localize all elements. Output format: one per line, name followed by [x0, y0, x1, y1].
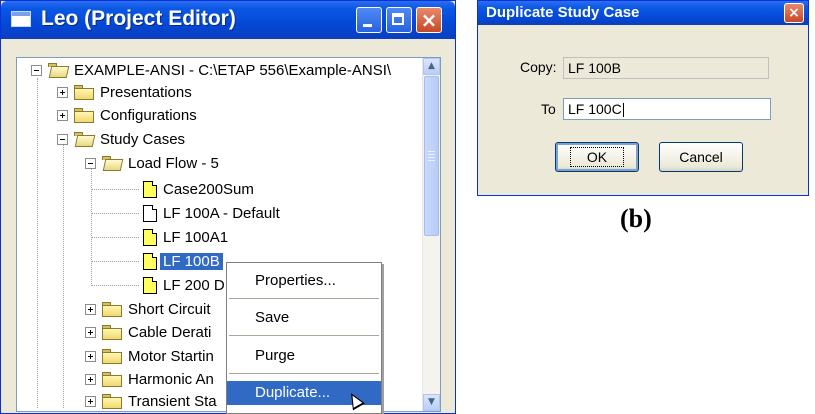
tree-item-lf100b[interactable]: LF 100B	[143, 250, 223, 272]
collapse-icon[interactable]	[57, 133, 68, 145]
dialog-title-bar[interactable]: Duplicate Study Case ×	[478, 1, 808, 25]
tree-item-label: Case200Sum	[163, 180, 254, 198]
figure-caption: (b)	[620, 204, 652, 233]
folder-icon	[102, 348, 122, 364]
tree-item-lf200d[interactable]: LF 200 D	[143, 274, 225, 296]
menu-item-purge[interactable]: Purge	[227, 344, 381, 368]
tree-item-label: Study Cases	[100, 130, 186, 148]
expand-icon[interactable]	[85, 326, 96, 338]
tree-item-presentations[interactable]: Presentations	[57, 81, 192, 103]
tree-item-label: Transient Sta	[128, 392, 217, 410]
folder-icon	[102, 301, 122, 317]
to-field-value: LF 100C	[568, 101, 622, 117]
collapse-icon[interactable]	[85, 157, 96, 169]
expand-icon[interactable]	[57, 109, 68, 121]
title-bar[interactable]: Leo (Project Editor) ×	[1, 1, 455, 39]
tree-item-label: Cable Derati	[128, 323, 212, 341]
scroll-thumb[interactable]	[424, 76, 439, 236]
tree-item-harmonic[interactable]: Harmonic An	[85, 368, 214, 390]
tree-item-study-cases[interactable]: Study Cases	[57, 128, 185, 150]
to-label: To	[541, 101, 556, 117]
tree-item-label: Short Circuit	[128, 300, 211, 318]
dialog-close-button[interactable]: ×	[784, 3, 804, 23]
close-icon: ×	[788, 5, 800, 21]
tree-item-label: Harmonic An	[128, 370, 214, 388]
minimize-button[interactable]	[356, 7, 382, 33]
tree-item-label: Load Flow - 5	[128, 154, 219, 172]
expand-icon[interactable]	[85, 350, 96, 362]
copy-label: Copy:	[520, 59, 557, 75]
context-menu: Properties... Save Purge Duplicate...	[226, 262, 382, 414]
tree-item-label: Motor Startin	[128, 347, 214, 365]
dialog-title: Duplicate Study Case	[486, 4, 640, 21]
study-case-icon	[143, 252, 157, 270]
copy-field: LF 100B	[563, 57, 769, 79]
tree-item-short-circuit[interactable]: Short Circuit	[85, 298, 211, 320]
scroll-down-icon[interactable]: ▼	[423, 394, 440, 411]
window-icon	[11, 11, 31, 27]
tree-item-selected-label: LF 100B	[160, 252, 223, 270]
folder-icon	[102, 371, 122, 387]
tree-item-label: LF 200 D	[163, 276, 225, 294]
tree-root-label: EXAMPLE-ANSI - C:\ETAP 556\Example-ANSI\	[74, 61, 392, 79]
ok-button[interactable]: OK	[555, 142, 639, 172]
tree-item-lf100a-default[interactable]: LF 100A - Default	[143, 202, 280, 224]
to-field[interactable]: LF 100C	[563, 98, 771, 120]
window-title: Leo (Project Editor)	[41, 7, 236, 30]
study-case-icon	[143, 180, 157, 198]
menu-item-save[interactable]: Save	[227, 306, 381, 330]
tree-item-label: Configurations	[100, 106, 197, 124]
ok-button-label: OK	[569, 147, 625, 167]
study-case-default-icon	[143, 204, 157, 222]
close-icon: ×	[420, 8, 438, 32]
folder-icon	[74, 107, 94, 123]
tree-item-motor-starting[interactable]: Motor Startin	[85, 345, 214, 367]
study-case-icon	[143, 228, 157, 246]
duplicate-dialog: Duplicate Study Case × Copy: LF 100B To …	[477, 0, 809, 196]
tree-item-label: Presentations	[100, 83, 192, 101]
folder-open-icon	[48, 62, 68, 78]
expand-icon[interactable]	[85, 303, 96, 315]
menu-item-properties[interactable]: Properties...	[227, 269, 381, 293]
folder-icon	[102, 324, 122, 340]
vertical-scrollbar[interactable]: ▲ ▼	[422, 58, 440, 411]
folder-icon	[102, 393, 122, 409]
maximize-button[interactable]	[386, 7, 412, 33]
tree-item-label: LF 100A1	[163, 228, 229, 246]
tree-item-cable-derating[interactable]: Cable Derati	[85, 321, 211, 343]
collapse-icon[interactable]	[31, 64, 42, 76]
expand-icon[interactable]	[57, 86, 68, 98]
menu-separator	[229, 373, 379, 374]
folder-open-icon	[102, 155, 122, 171]
tree-item-lf100a1[interactable]: LF 100A1	[143, 226, 228, 248]
tree-item-transient[interactable]: Transient Sta	[85, 390, 217, 411]
folder-open-icon	[74, 131, 94, 147]
tree-item-load-flow[interactable]: Load Flow - 5	[85, 152, 219, 174]
tree-item-label: LF 100A - Default	[163, 204, 280, 222]
expand-icon[interactable]	[85, 373, 96, 385]
study-case-icon	[143, 276, 157, 294]
cancel-button[interactable]: Cancel	[659, 142, 743, 172]
tree-item-configurations[interactable]: Configurations	[57, 104, 197, 126]
tree-root[interactable]: EXAMPLE-ANSI - C:\ETAP 556\Example-ANSI\	[31, 59, 391, 81]
text-caret	[622, 103, 624, 118]
close-button[interactable]: ×	[416, 7, 442, 33]
scroll-up-icon[interactable]: ▲	[423, 58, 440, 75]
expand-icon[interactable]	[85, 395, 96, 407]
tree-item-case200sum[interactable]: Case200Sum	[143, 178, 254, 200]
folder-icon	[74, 84, 94, 100]
menu-separator	[229, 298, 379, 299]
menu-separator	[229, 335, 379, 336]
